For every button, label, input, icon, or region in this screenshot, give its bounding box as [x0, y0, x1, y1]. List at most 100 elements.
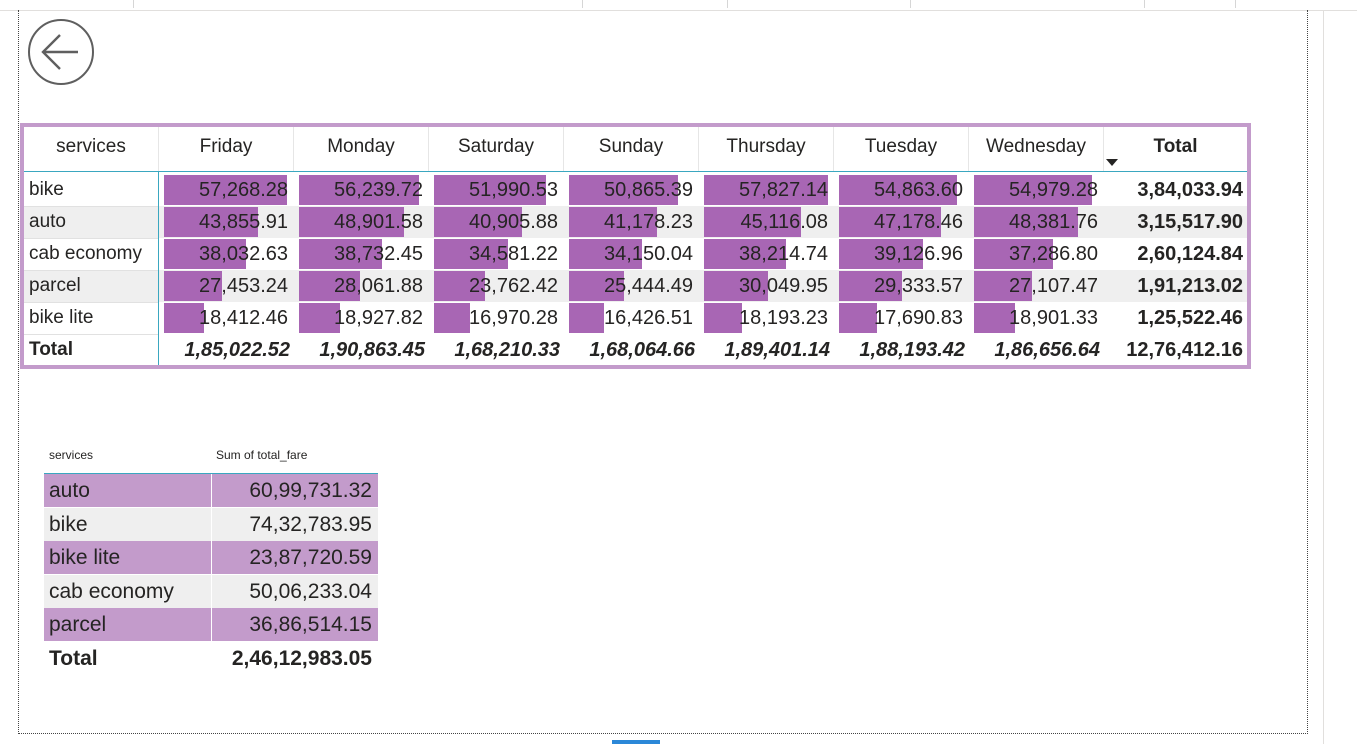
totals-row[interactable]: Total 1,85,022.52 1,90,863.45 1,68,210.33 1,… [24, 334, 1247, 366]
summary-total-label: Total [49, 647, 98, 670]
pane-divider [1323, 10, 1324, 744]
list-item[interactable]: parcel 36,86,514.15 [44, 608, 378, 641]
cell-value[interactable]: 18,901.33 [969, 302, 1098, 334]
cell-value[interactable]: 41,178.23 [564, 206, 693, 238]
row-total-value[interactable]: 3,84,033.94 [1104, 174, 1243, 206]
cell-value[interactable]: 17,690.83 [834, 302, 963, 334]
cell-value[interactable]: 23,762.42 [429, 270, 558, 302]
list-item[interactable]: cab economy 50,06,233.04 [44, 575, 378, 608]
service-name: bike lite [49, 546, 121, 569]
row-divider [24, 238, 158, 239]
matrix-header-monday[interactable]: Monday [294, 127, 428, 171]
cell-value[interactable]: 45,116.08 [699, 206, 829, 238]
column-total-value[interactable]: 1,68,064.66 [562, 334, 695, 366]
column-divider [211, 474, 212, 507]
cell-value[interactable]: 43,855.91 [159, 206, 288, 238]
cell-value[interactable]: 27,453.24 [159, 270, 288, 302]
matrix-header-friday[interactable]: Friday [159, 127, 293, 171]
totals-label: Total [29, 339, 73, 360]
service-name: bike [49, 513, 88, 536]
table-row[interactable]: auto 43,855.91 48,901.58 40,905.88 41,178.23… [24, 206, 1247, 238]
service-name: cab economy [49, 580, 174, 603]
list-item[interactable]: bike 74,32,783.95 [44, 508, 378, 541]
cell-value[interactable]: 57,827.14 [699, 174, 828, 206]
column-total-value[interactable]: 1,89,401.14 [697, 334, 830, 366]
sort-descending-icon[interactable] [1106, 159, 1118, 166]
cell-value[interactable]: 27,107.47 [969, 270, 1098, 302]
cell-value[interactable]: 54,979.28 [969, 174, 1098, 206]
toolbar-divider [133, 0, 134, 8]
cell-value[interactable]: 16,426.51 [564, 302, 693, 334]
cell-value[interactable]: 30,049.95 [699, 270, 828, 302]
cell-value[interactable]: 34,150.04 [564, 238, 693, 270]
row-total-value[interactable]: 1,25,522.46 [1104, 302, 1243, 334]
cell-value[interactable]: 18,927.82 [294, 302, 423, 334]
row-total-value[interactable]: 3,15,517.90 [1104, 206, 1243, 238]
summary-header-services[interactable]: services [49, 448, 93, 462]
cell-value[interactable]: 54,863.60 [834, 174, 963, 206]
cell-value[interactable]: 50,865.39 [564, 174, 693, 206]
total-fare-value: 23,87,720.59 [249, 546, 372, 569]
toolbar-divider [727, 0, 728, 8]
matrix-header-thursday[interactable]: Thursday [699, 127, 833, 171]
cell-value[interactable]: 18,412.46 [159, 302, 288, 334]
cell-value[interactable]: 28,061.88 [294, 270, 423, 302]
row-label: cab economy [29, 243, 143, 264]
grand-total-value[interactable]: 12,76,412.16 [1104, 334, 1243, 366]
table-row[interactable]: parcel 27,453.24 28,061.88 23,762.42 25,444.… [24, 270, 1247, 302]
cell-value[interactable]: 25,444.49 [564, 270, 693, 302]
summary-header-sum-total-fare[interactable]: Sum of total_fare [216, 448, 307, 462]
cell-value[interactable]: 57,268.28 [159, 174, 288, 206]
matrix-header-services[interactable]: services [24, 127, 158, 171]
row-divider [24, 206, 158, 207]
matrix-header: services Friday Monday Saturday Sunday T… [24, 127, 1247, 172]
row-total-value[interactable]: 1,91,213.02 [1104, 270, 1243, 302]
row-divider [24, 334, 158, 335]
cell-value[interactable]: 38,214.74 [699, 238, 828, 270]
cell-value[interactable]: 48,901.58 [294, 206, 423, 238]
matrix-header-wednesday[interactable]: Wednesday [969, 127, 1103, 171]
cell-value[interactable]: 56,239.72 [294, 174, 423, 206]
cell-value[interactable]: 39,126.96 [834, 238, 963, 270]
cell-value[interactable]: 38,032.63 [159, 238, 288, 270]
service-name: parcel [49, 613, 107, 636]
services-total-fare-table[interactable]: services Sum of total_fare auto 60,99,731… [44, 444, 378, 674]
cell-value[interactable]: 29,333.57 [834, 270, 963, 302]
summary-total-row[interactable]: Total 2,46,12,983.05 [44, 642, 378, 675]
cell-value[interactable]: 37,286.80 [969, 238, 1098, 270]
table-row[interactable]: bike 57,268.28 56,239.72 51,990.53 50,865.39… [24, 174, 1247, 206]
cell-value[interactable]: 51,990.53 [429, 174, 558, 206]
matrix-header-sunday[interactable]: Sunday [564, 127, 698, 171]
back-arrow-button[interactable] [28, 19, 94, 85]
column-divider [211, 608, 212, 641]
page-tab-indicator[interactable] [612, 740, 660, 744]
column-total-value[interactable]: 1,85,022.52 [157, 334, 290, 366]
table-row[interactable]: cab economy 38,032.63 38,732.45 34,581.22 34… [24, 238, 1247, 270]
list-item[interactable]: bike lite 23,87,720.59 [44, 541, 378, 574]
service-name: auto [49, 479, 90, 502]
arrow-left-icon [41, 34, 78, 70]
matrix-header-total[interactable]: Total [1104, 127, 1247, 171]
list-item[interactable]: auto 60,99,731.32 [44, 474, 378, 507]
row-divider [24, 270, 158, 271]
cell-value[interactable]: 48,381.76 [969, 206, 1098, 238]
cell-value[interactable]: 34,581.22 [429, 238, 558, 270]
toolbar-divider [582, 0, 583, 8]
total-fare-value: 36,86,514.15 [249, 613, 372, 636]
weekday-fare-matrix[interactable]: services Friday Monday Saturday Sunday T… [20, 123, 1251, 369]
cell-value[interactable]: 40,905.88 [429, 206, 558, 238]
row-total-value[interactable]: 2,60,124.84 [1104, 238, 1243, 270]
row-label: bike lite [29, 307, 94, 328]
cell-value[interactable]: 18,193.23 [699, 302, 828, 334]
cell-value[interactable]: 47,178.46 [834, 206, 963, 238]
column-total-value[interactable]: 1,68,210.33 [427, 334, 560, 366]
matrix-header-tuesday[interactable]: Tuesday [834, 127, 968, 171]
cell-value[interactable]: 16,970.28 [429, 302, 558, 334]
table-row[interactable]: bike lite 18,412.46 18,927.82 16,970.28 16,4… [24, 302, 1247, 334]
column-total-value[interactable]: 1,86,656.64 [967, 334, 1100, 366]
column-total-value[interactable]: 1,88,193.42 [832, 334, 965, 366]
cell-value[interactable]: 38,732.45 [294, 238, 423, 270]
matrix-header-saturday[interactable]: Saturday [429, 127, 563, 171]
column-total-value[interactable]: 1,90,863.45 [292, 334, 425, 366]
row-label: bike [29, 179, 64, 200]
